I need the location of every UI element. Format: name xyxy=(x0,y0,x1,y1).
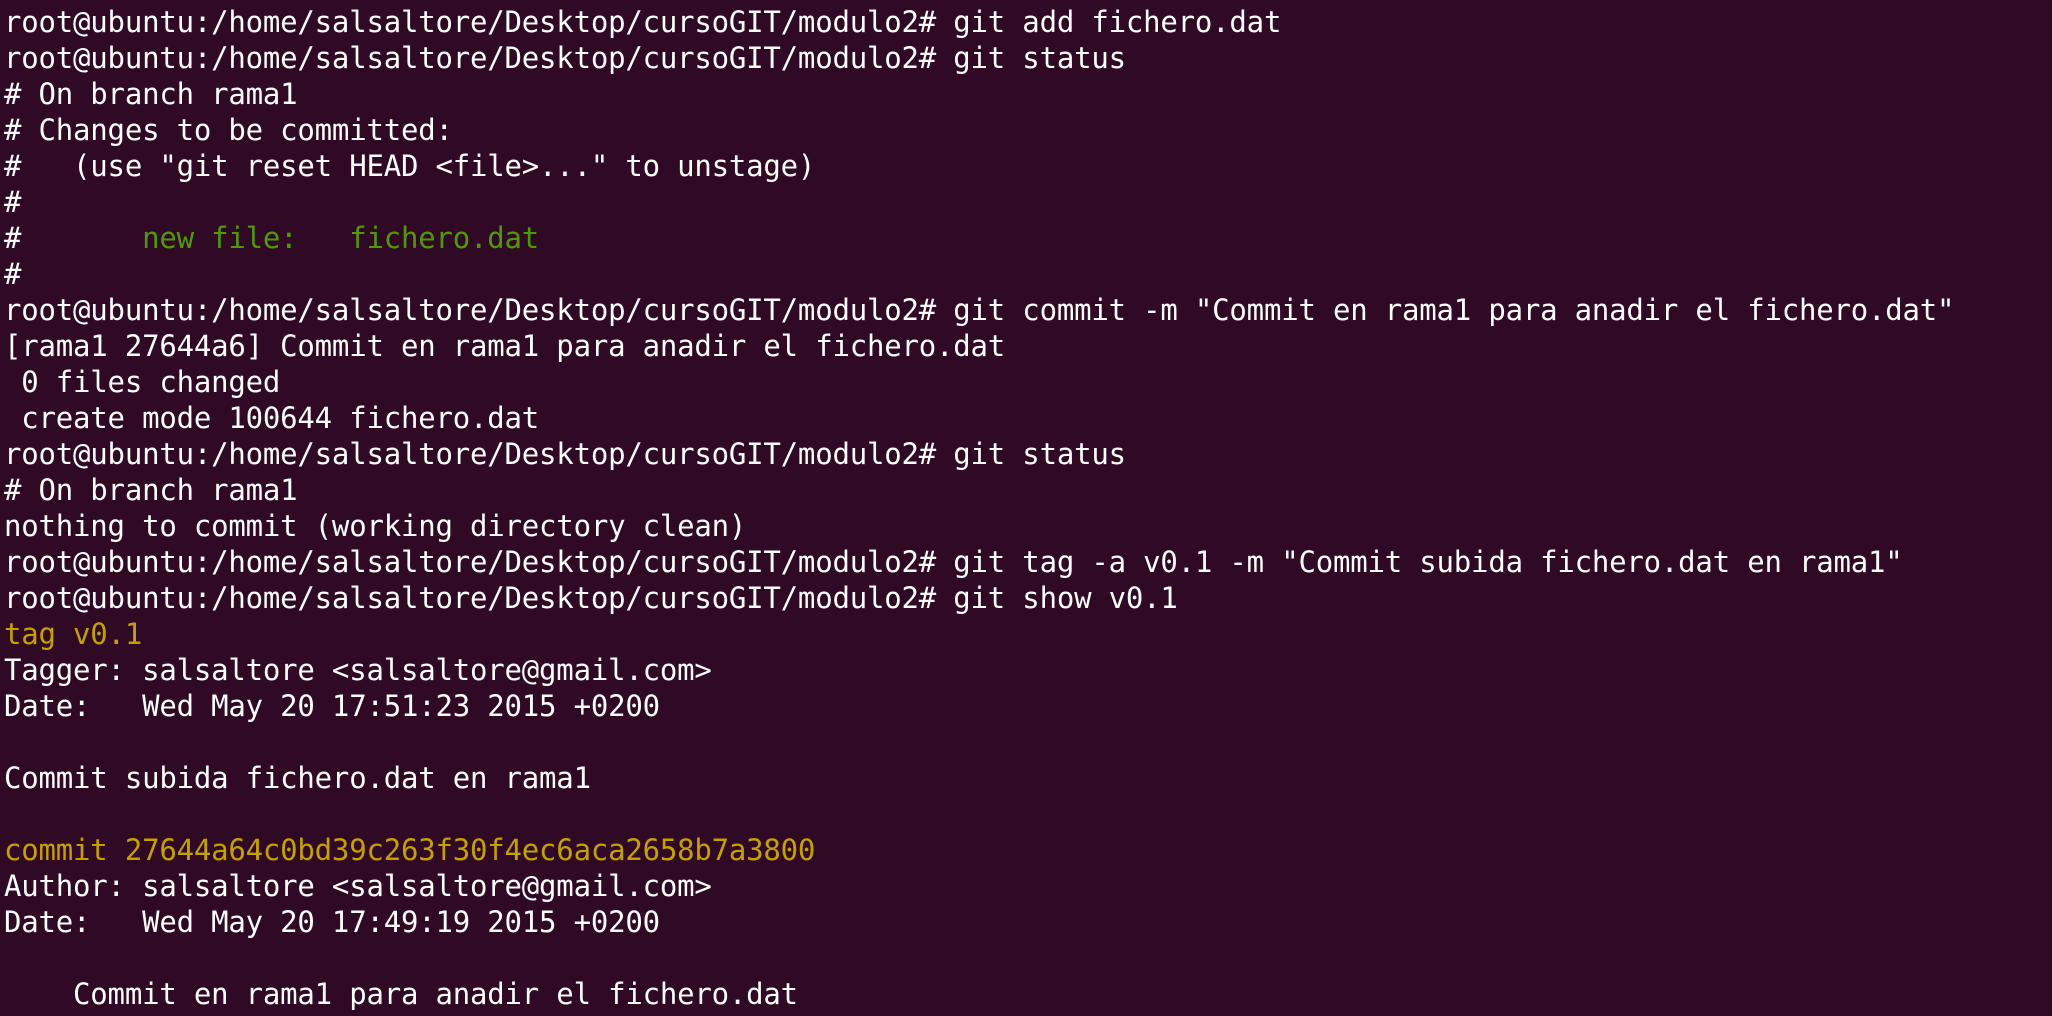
terminal-text: [rama1 27644a6] Commit en rama1 para ana… xyxy=(4,329,1006,363)
terminal-line: Date: Wed May 20 17:49:19 2015 +0200 xyxy=(4,904,2052,940)
terminal-text: root@ubuntu:/home/salsaltore/Desktop/cur… xyxy=(4,293,1955,327)
terminal-line: Date: Wed May 20 17:51:23 2015 +0200 xyxy=(4,688,2052,724)
terminal-line: # (use "git reset HEAD <file>..." to uns… xyxy=(4,148,2052,184)
terminal-text: # On branch rama1 xyxy=(4,77,298,111)
terminal-line: Commit subida fichero.dat en rama1 xyxy=(4,760,2052,796)
terminal-text: Date: Wed May 20 17:51:23 2015 +0200 xyxy=(4,689,660,723)
terminal-line: [rama1 27644a6] Commit en rama1 para ana… xyxy=(4,328,2052,364)
terminal-line: # new file: fichero.dat xyxy=(4,220,2052,256)
terminal-text: # Changes to be committed: xyxy=(4,113,453,147)
terminal-line: Commit en rama1 para anadir el fichero.d… xyxy=(4,976,2052,1012)
terminal-line: root@ubuntu:/home/salsaltore/Desktop/cur… xyxy=(4,544,2052,580)
terminal-line: 0 files changed xyxy=(4,364,2052,400)
terminal-line: root@ubuntu:/home/salsaltore/Desktop/cur… xyxy=(4,4,2052,40)
terminal-text: Author: salsaltore <salsaltore@gmail.com… xyxy=(4,869,712,903)
terminal-text: # xyxy=(4,221,143,255)
terminal-text: # xyxy=(4,257,22,291)
terminal-line: # xyxy=(4,256,2052,292)
terminal-text: # xyxy=(4,185,22,219)
terminal-text: Commit subida fichero.dat en rama1 xyxy=(4,761,591,795)
terminal-text: root@ubuntu:/home/salsaltore/Desktop/cur… xyxy=(4,545,1903,579)
terminal-text: 0 files changed xyxy=(4,365,281,399)
terminal-text: new file: fichero.dat xyxy=(142,221,540,255)
terminal-line: tag v0.1 xyxy=(4,616,2052,652)
terminal-text: # On branch rama1 xyxy=(4,473,298,507)
terminal-text: # (use "git reset HEAD <file>..." to uns… xyxy=(4,149,816,183)
terminal-text: tag v0.1 xyxy=(4,617,143,651)
terminal-line: create mode 100644 fichero.dat xyxy=(4,400,2052,436)
terminal-text: root@ubuntu:/home/salsaltore/Desktop/cur… xyxy=(4,5,1282,39)
terminal-line: Author: salsaltore <salsaltore@gmail.com… xyxy=(4,868,2052,904)
terminal-text: root@ubuntu:/home/salsaltore/Desktop/cur… xyxy=(4,41,1126,75)
terminal-line: Tagger: salsaltore <salsaltore@gmail.com… xyxy=(4,652,2052,688)
terminal-line: root@ubuntu:/home/salsaltore/Desktop/cur… xyxy=(4,40,2052,76)
terminal-line: # On branch rama1 xyxy=(4,76,2052,112)
terminal-text: commit 27644a64c0bd39c263f30f4ec6aca2658… xyxy=(4,833,816,867)
terminal-text: root@ubuntu:/home/salsaltore/Desktop/cur… xyxy=(4,581,1178,615)
terminal-text: root@ubuntu:/home/salsaltore/Desktop/cur… xyxy=(4,437,1126,471)
terminal-line: nothing to commit (working directory cle… xyxy=(4,508,2052,544)
terminal-text: Commit en rama1 para anadir el fichero.d… xyxy=(4,977,798,1011)
terminal-line: root@ubuntu:/home/salsaltore/Desktop/cur… xyxy=(4,436,2052,472)
terminal-line: # On branch rama1 xyxy=(4,472,2052,508)
terminal-line: root@ubuntu:/home/salsaltore/Desktop/cur… xyxy=(4,292,2052,328)
terminal-line: # Changes to be committed: xyxy=(4,112,2052,148)
terminal-text: Date: Wed May 20 17:49:19 2015 +0200 xyxy=(4,905,660,939)
terminal-line: commit 27644a64c0bd39c263f30f4ec6aca2658… xyxy=(4,832,2052,868)
terminal-window[interactable]: root@ubuntu:/home/salsaltore/Desktop/cur… xyxy=(0,0,2052,1016)
terminal-text: create mode 100644 fichero.dat xyxy=(4,401,540,435)
terminal-text: Tagger: salsaltore <salsaltore@gmail.com… xyxy=(4,653,712,687)
terminal-line: root@ubuntu:/home/salsaltore/Desktop/cur… xyxy=(4,580,2052,616)
terminal-line: # xyxy=(4,184,2052,220)
terminal-text: nothing to commit (working directory cle… xyxy=(4,509,747,543)
terminal-output[interactable]: root@ubuntu:/home/salsaltore/Desktop/cur… xyxy=(4,4,2052,1012)
